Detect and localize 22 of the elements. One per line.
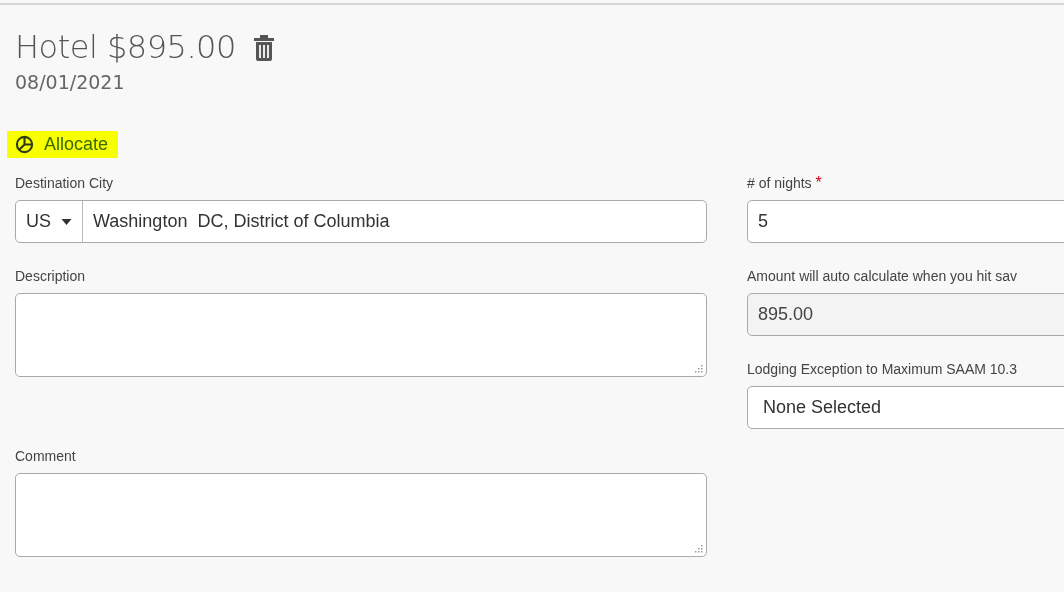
delete-icon[interactable]	[253, 35, 274, 61]
resize-grip-icon	[695, 365, 703, 373]
text-area[interactable]	[15, 473, 707, 557]
caret-icon	[61, 218, 72, 225]
country-dropdown[interactable]: US	[16, 201, 83, 242]
select-field[interactable]: None Selected	[747, 386, 1064, 429]
field-label: # of nights	[747, 174, 812, 192]
resize-grip-icon	[695, 545, 703, 553]
city-field[interactable]: US Washington DC, District of Columbia	[15, 200, 707, 243]
readonly-field: 895.00	[747, 293, 1064, 336]
allocate-link[interactable]: Allocate	[7, 131, 119, 158]
field-label: Destination City	[15, 174, 114, 192]
expense-title: Hotel $895.00	[15, 27, 236, 68]
expense-date: 08/01/2021	[15, 70, 126, 95]
field-label: Amount will auto calculate when you hit sav	[747, 267, 1018, 285]
field-label: Lodging Exception to Maximum SAAM 10.3	[747, 360, 1018, 378]
text-area[interactable]	[15, 293, 707, 377]
field-label: Comment	[15, 447, 76, 465]
pie-chart-icon	[15, 135, 34, 154]
required-mark: *	[815, 174, 822, 192]
input-field[interactable]: 5	[747, 200, 1064, 243]
field-label: Description	[15, 267, 86, 285]
